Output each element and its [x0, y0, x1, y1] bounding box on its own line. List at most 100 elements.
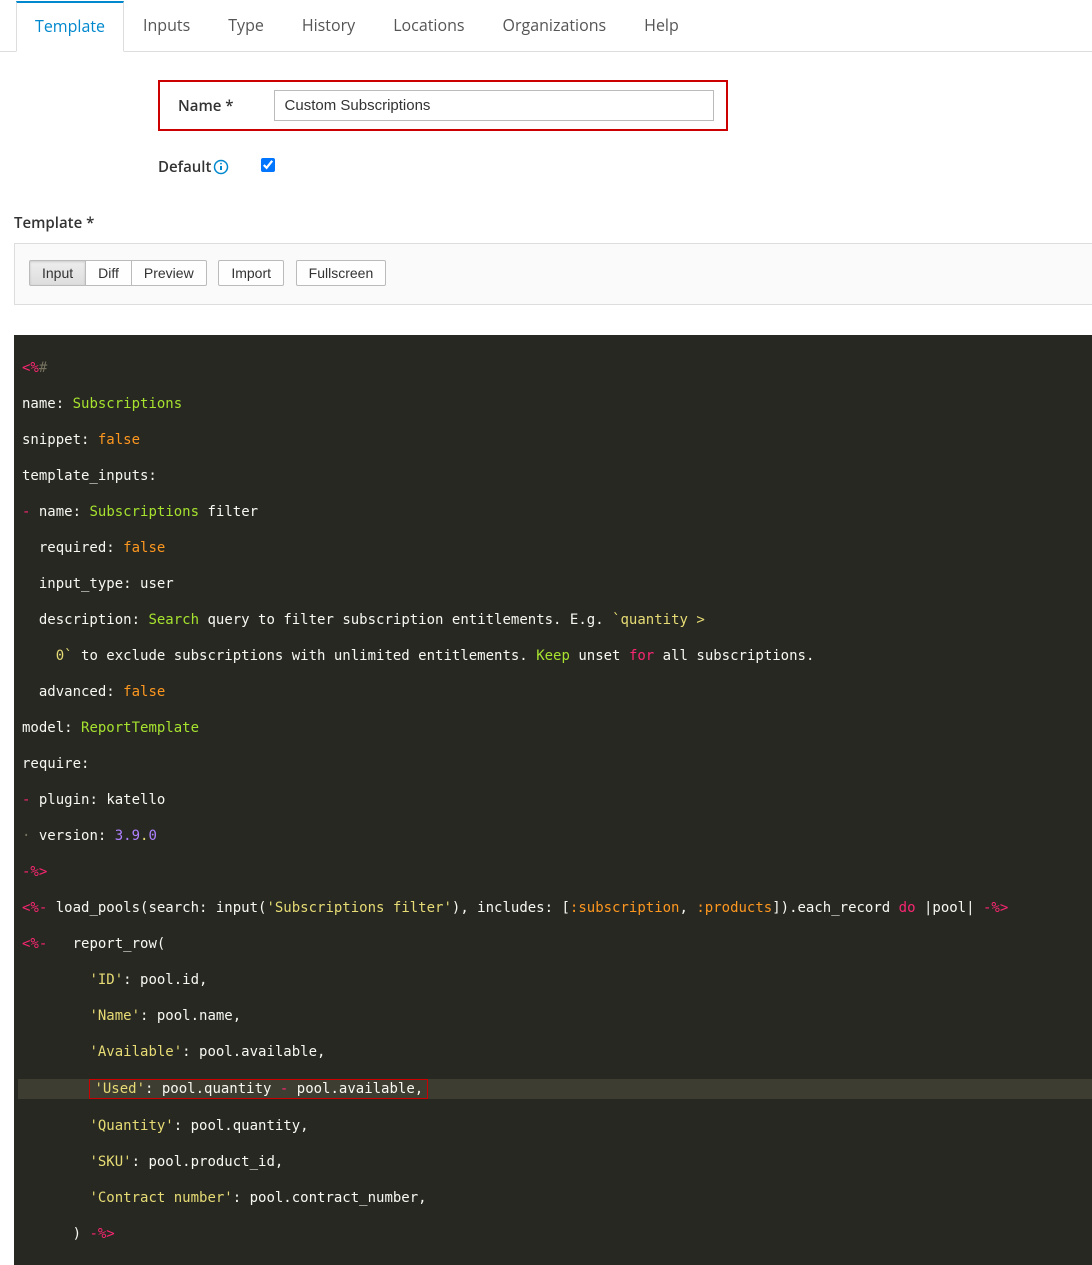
code-token: Search — [148, 612, 199, 628]
code-token: model: — [22, 720, 73, 736]
code-token: : pool.name, — [140, 1008, 241, 1024]
code-token: 'Used' — [94, 1081, 145, 1097]
code-token: snippet: — [22, 432, 89, 448]
code-token: to exclude subscriptions with unlimited … — [81, 648, 528, 664]
code-token: filter — [207, 504, 258, 520]
tab-template[interactable]: Template — [16, 1, 124, 52]
code-token: user — [140, 576, 174, 592]
name-row: Name * — [158, 80, 1092, 131]
code-token: 'Quantity' — [89, 1118, 173, 1134]
tabs-bar: Template Inputs Type History Locations O… — [0, 0, 1092, 52]
form-area: Name * Default — [0, 52, 1092, 177]
code-token: ) — [73, 1226, 81, 1242]
code-token: - — [22, 504, 30, 520]
code-token: -%> — [22, 864, 47, 880]
code-token: required: — [39, 540, 115, 556]
code-token: : pool.contract_number, — [233, 1190, 427, 1206]
code-token: :products — [696, 900, 772, 916]
code-token: - — [280, 1081, 288, 1097]
code-token: -%> — [89, 1226, 114, 1242]
import-group: Import — [218, 260, 284, 286]
code-token: · — [22, 828, 30, 844]
tab-organizations[interactable]: Organizations — [484, 1, 626, 52]
default-label: Default — [158, 157, 211, 177]
code-token: false — [98, 432, 140, 448]
code-token: do — [899, 900, 916, 916]
code-token: , — [679, 900, 687, 916]
info-icon[interactable] — [213, 159, 229, 175]
code-token: : pool.available, — [182, 1044, 325, 1060]
code-token: ), includes: [ — [452, 900, 570, 916]
import-button[interactable]: Import — [218, 260, 284, 286]
code-token: : pool.quantity, — [174, 1118, 309, 1134]
code-token: 0 — [148, 828, 156, 844]
code-token: require: — [22, 756, 89, 772]
code-token: input_type: — [39, 576, 132, 592]
code-token: : pool.id, — [123, 972, 207, 988]
code-token: : pool.quantity — [145, 1081, 271, 1097]
name-label: Name * — [178, 96, 234, 116]
fullscreen-group: Fullscreen — [296, 260, 387, 286]
code-token: -%> — [983, 900, 1008, 916]
view-mode-group: Input Diff Preview — [29, 260, 207, 286]
name-input[interactable] — [274, 90, 714, 121]
code-token: report_row( — [47, 936, 165, 952]
code-token: name: — [39, 504, 81, 520]
code-token: 'Contract number' — [89, 1190, 232, 1206]
code-token: plugin: — [39, 792, 98, 808]
tab-locations[interactable]: Locations — [374, 1, 483, 52]
code-token: for — [629, 648, 654, 664]
code-token: unset — [578, 648, 620, 664]
code-token: <% — [22, 360, 39, 376]
code-token: name: — [22, 396, 64, 412]
used-line-highlight: 'Used': pool.quantity - pool.available, — [89, 1079, 428, 1099]
input-button[interactable]: Input — [29, 260, 86, 286]
name-highlight: Name * — [158, 80, 728, 131]
code-token: description: — [39, 612, 140, 628]
tab-history[interactable]: History — [283, 1, 374, 52]
code-token: query to filter subscription entitlement… — [207, 612, 603, 628]
code-token: 0` — [56, 648, 73, 664]
diff-button[interactable]: Diff — [85, 260, 132, 286]
code-token: template_inputs: — [22, 468, 157, 484]
code-token: <%- — [22, 900, 47, 916]
default-checkbox[interactable] — [261, 158, 275, 172]
code-token: `quantity > — [612, 612, 705, 628]
code-token: ]).each_record — [772, 900, 890, 916]
code-token: 'Subscriptions filter' — [266, 900, 451, 916]
code-editor[interactable]: <%# name: Subscriptions snippet: false t… — [14, 335, 1092, 1265]
code-token: 'ID' — [89, 972, 123, 988]
code-token: Subscriptions — [73, 396, 183, 412]
code-token: 3.9 — [115, 828, 140, 844]
tab-type[interactable]: Type — [209, 1, 283, 52]
code-token: false — [123, 540, 165, 556]
highlighted-line: 'Used': pool.quantity - pool.available, — [18, 1079, 1092, 1099]
code-token: Keep — [536, 648, 570, 664]
preview-button[interactable]: Preview — [131, 260, 207, 286]
code-token: 'Name' — [89, 1008, 140, 1024]
code-token: - — [22, 792, 30, 808]
code-token: <%- — [22, 936, 47, 952]
default-row: Default — [158, 157, 1092, 177]
code-token: 'Available' — [89, 1044, 182, 1060]
code-token: . — [140, 828, 148, 844]
editor-toolbar: Input Diff Preview Import Fullscreen — [14, 243, 1092, 305]
code-token: katello — [106, 792, 165, 808]
code-token: pool.available, — [297, 1081, 423, 1097]
code-token: ReportTemplate — [81, 720, 199, 736]
code-token: Subscriptions — [89, 504, 199, 520]
code-token: load_pools(search: input( — [56, 900, 267, 916]
tab-inputs[interactable]: Inputs — [124, 1, 209, 52]
code-token: :subscription — [570, 900, 680, 916]
code-token: |pool| — [924, 900, 975, 916]
code-token: : pool.product_id, — [132, 1154, 284, 1170]
code-token: 'SKU' — [89, 1154, 131, 1170]
tab-help[interactable]: Help — [625, 1, 698, 52]
code-token: false — [123, 684, 165, 700]
fullscreen-button[interactable]: Fullscreen — [296, 260, 387, 286]
code-token: version: — [39, 828, 106, 844]
code-token: advanced: — [39, 684, 115, 700]
template-section-label: Template * — [0, 203, 1092, 243]
code-token: # — [39, 360, 47, 376]
code-token: all subscriptions. — [663, 648, 815, 664]
